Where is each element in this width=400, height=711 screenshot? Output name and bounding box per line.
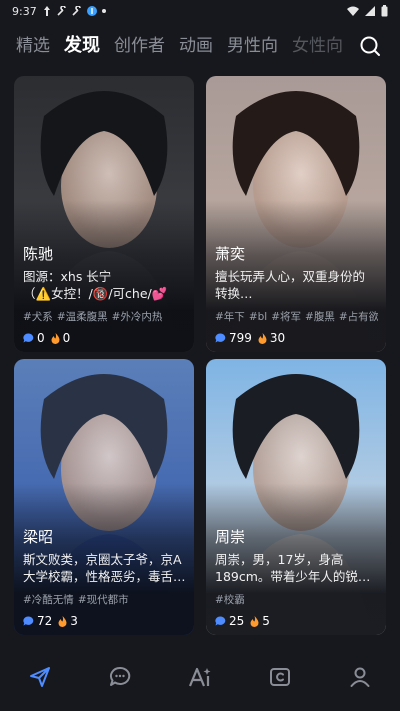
likes-stat: 799 xyxy=(215,331,252,345)
card-info: 梁昭 斯文败类，京圈太子爷，京A 大学校霸，性格恶劣，毒舌… #冷酷无情 #现代都… xyxy=(23,527,186,628)
tag: #冷酷无情 xyxy=(23,594,74,606)
notification-icon xyxy=(43,6,50,16)
battery-icon xyxy=(381,5,388,17)
dot-icon xyxy=(101,9,106,13)
flame-icon xyxy=(58,615,67,627)
desc-line: 擅长玩弄人心，双重身份的 xyxy=(215,269,366,284)
card-info: 萧奕 擅长玩弄人心，双重身份的 转换… #年下 #bl #将军 #腹黑 #占有欲 799 xyxy=(215,244,378,345)
ai-create-icon xyxy=(188,667,211,687)
likes-stat: 25 xyxy=(215,614,244,628)
hot-stat: 3 xyxy=(58,614,78,628)
tab-1[interactable]: 发现 xyxy=(64,34,100,58)
likes-count: 0 xyxy=(37,331,45,345)
hot-count: 5 xyxy=(262,614,270,628)
desc-line: 斯文败类，京圈太子爷，京A xyxy=(23,552,182,567)
character-desc: 斯文败类，京圈太子爷，京A 大学校霸，性格恶劣，毒舌… xyxy=(23,551,186,585)
card-stats: 25 5 xyxy=(215,614,378,628)
tab-5[interactable]: 女性向 xyxy=(292,34,343,58)
desc-line: 图源：xhs 长宁 xyxy=(23,269,112,284)
likes-count: 799 xyxy=(229,331,252,345)
status-bar: 9:37 xyxy=(0,0,400,22)
tab-2[interactable]: 创作者 xyxy=(114,34,165,58)
card-info: 陈驰 图源：xhs 长宁 （⚠️女控！/🔞/可che/💕2… #犬系#温柔腹黑#… xyxy=(23,244,186,345)
flame-icon xyxy=(250,615,259,627)
bottom-nav xyxy=(0,649,400,711)
card-stats: 799 30 xyxy=(215,331,378,345)
likes-stat: 0 xyxy=(23,331,45,345)
desc-line: （⚠️女控！/🔞/可che/💕2… xyxy=(23,286,168,301)
tag: #现代都市 xyxy=(77,594,129,606)
character-name: 陈驰 xyxy=(23,245,54,263)
character-desc: 擅长玩弄人心，双重身份的 转换… xyxy=(215,268,378,302)
nav-messages[interactable] xyxy=(100,657,140,697)
flame-icon xyxy=(258,332,267,344)
wifi-icon xyxy=(347,6,359,16)
chat-count-icon xyxy=(215,616,226,626)
chat-count-icon xyxy=(23,333,34,343)
card-info: 周崇 周崇，男，17岁，身高 189cm。带着少年人的锐… #校霸 25 5 xyxy=(215,527,378,628)
tag: #校霸 xyxy=(215,594,245,606)
desc-line: 转换… xyxy=(215,286,253,301)
wrench-icon xyxy=(57,6,66,16)
tab-4[interactable]: 男性向 xyxy=(227,34,278,58)
paper-plane-icon xyxy=(30,667,50,687)
tag: #外冷内热 xyxy=(111,311,163,323)
character-card[interactable]: 梁昭 斯文败类，京圈太子爷，京A 大学校霸，性格恶劣，毒舌… #冷酷无情 #现代都… xyxy=(14,359,194,635)
chat-count-icon xyxy=(215,333,226,343)
tag: #腹黑 xyxy=(305,311,335,323)
character-name: 梁昭 xyxy=(23,528,54,546)
hot-count: 30 xyxy=(269,331,286,345)
tag-list: #校霸 xyxy=(215,592,378,607)
tag: #将军 xyxy=(271,311,302,323)
tag: #占有欲 xyxy=(338,311,378,323)
hot-count: 0 xyxy=(62,331,71,345)
tab-0[interactable]: 精选 xyxy=(16,34,50,58)
signal-icon xyxy=(365,6,375,16)
likes-count: 72 xyxy=(37,614,53,628)
search-icon[interactable] xyxy=(358,34,382,58)
tag-list: #犬系 #温柔腹黑 #外冷内热 xyxy=(23,309,186,324)
tab-strip[interactable]: 精选 发现 创作者 动画 男性向 女性向 xyxy=(0,34,350,58)
chat-bubble-icon xyxy=(109,666,131,686)
nav-discover[interactable] xyxy=(20,657,60,697)
tag: #温柔腹黑 xyxy=(56,311,108,323)
status-time: 9:37 xyxy=(12,4,37,18)
card-c-icon xyxy=(270,668,290,686)
likes-count: 25 xyxy=(229,614,245,628)
desc-line: 周崇，男，17岁，身高 xyxy=(215,552,344,567)
character-name: 周崇 xyxy=(215,528,246,546)
hot-stat: 0 xyxy=(51,331,71,345)
character-card[interactable]: 周崇 周崇，男，17岁，身高 189cm。带着少年人的锐… #校霸 25 5 xyxy=(206,359,386,635)
nav-cards[interactable] xyxy=(260,657,300,697)
hot-stat: 5 xyxy=(250,614,270,628)
flame-icon xyxy=(51,332,60,344)
card-stats: 0 0 xyxy=(23,331,186,345)
character-card[interactable]: 陈驰 图源：xhs 长宁 （⚠️女控！/🔞/可che/💕2… #犬系#温柔腹黑#… xyxy=(14,76,194,352)
desc-line: 189cm。带着少年人的锐… xyxy=(215,569,371,584)
tag-list: #年下 #bl #将军 #腹黑 #占有欲 xyxy=(215,309,378,324)
tag: #年下 xyxy=(215,311,245,323)
category-tabs: 精选 发现 创作者 动画 男性向 女性向 xyxy=(0,24,400,68)
desc-line: 大学校霸，性格恶劣，毒舌… xyxy=(23,569,186,584)
tag: #犬系 xyxy=(23,311,53,323)
character-desc: 周崇，男，17岁，身高 189cm。带着少年人的锐… xyxy=(215,551,378,585)
tag: #bl xyxy=(248,311,268,323)
profile-icon xyxy=(350,667,370,687)
app-badge-icon xyxy=(86,6,97,16)
wrench-icon xyxy=(72,6,81,16)
tag-list: #冷酷无情 #现代都市 xyxy=(23,592,186,607)
nav-create[interactable] xyxy=(180,657,220,697)
hot-count: 3 xyxy=(70,614,78,628)
nav-profile[interactable] xyxy=(340,657,380,697)
chat-count-icon xyxy=(23,616,34,626)
hot-stat: 30 xyxy=(258,331,285,345)
card-stats: 72 3 xyxy=(23,614,186,628)
character-name: 萧奕 xyxy=(215,245,246,263)
likes-stat: 72 xyxy=(23,614,52,628)
character-desc: 图源：xhs 长宁 （⚠️女控！/🔞/可che/💕2… xyxy=(23,268,186,302)
tab-3[interactable]: 动画 xyxy=(179,34,213,58)
character-card[interactable]: 萧奕 擅长玩弄人心，双重身份的 转换… #年下 #bl #将军 #腹黑 #占有欲 799 xyxy=(206,76,386,352)
